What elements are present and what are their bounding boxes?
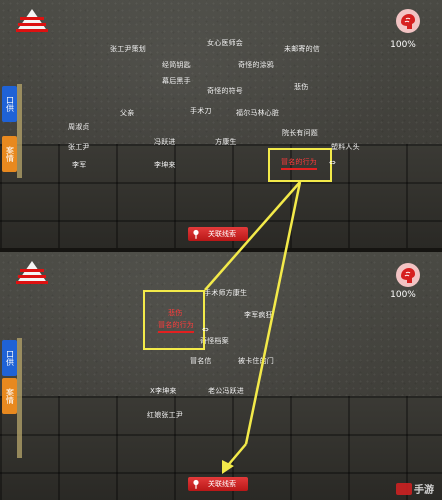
- clue-item[interactable]: 老公冯跃进: [208, 386, 244, 396]
- clue-item[interactable]: 红娘张工尹: [147, 410, 183, 420]
- pin-icon: [193, 229, 199, 239]
- bottom-screen-panel: 口供 案情 100% 手术师方康生 李军疯狂 奇怪档案 冒名信 被卡住的门 X李…: [0, 252, 442, 500]
- link-swap-icon[interactable]: ⇔: [202, 326, 212, 334]
- link-clue-button[interactable]: 关联线索: [188, 227, 248, 241]
- watermark: 手游: [396, 481, 434, 496]
- tab-testimony[interactable]: 口供: [2, 86, 17, 122]
- linked-clue-red-line-1[interactable]: 悲伤: [168, 308, 182, 318]
- tab-testimony[interactable]: 口供: [2, 340, 17, 376]
- clue-item[interactable]: 院长有问题: [282, 128, 318, 138]
- clue-item[interactable]: 塑料人头: [331, 142, 360, 152]
- clue-item[interactable]: 幕后黑手: [162, 76, 191, 86]
- clue-item[interactable]: 李军: [72, 160, 86, 170]
- sanity-percent: 100%: [390, 290, 416, 300]
- clue-item[interactable]: 冒名信: [190, 356, 212, 366]
- linked-clue-red-line-2[interactable]: 冒名的行为: [158, 320, 194, 333]
- clue-item[interactable]: 未邮寄的信: [284, 44, 320, 54]
- clue-item[interactable]: 被卡住的门: [238, 356, 274, 366]
- selected-clue-red[interactable]: 冒名的行为: [281, 157, 317, 170]
- clue-item[interactable]: 女心医师会: [207, 38, 243, 48]
- clue-item[interactable]: 经简钥匙: [162, 60, 191, 70]
- brain-sanity-icon: [396, 9, 420, 33]
- clue-item[interactable]: 冯跃进: [154, 137, 176, 147]
- brain-sanity-icon: [396, 263, 420, 287]
- clue-item[interactable]: 李坤来: [154, 160, 176, 170]
- link-clue-label: 关联线索: [208, 230, 236, 238]
- clue-item[interactable]: 李军疯狂: [244, 310, 273, 320]
- clue-item[interactable]: 奇怪的涂鸦: [238, 60, 274, 70]
- menu-pyramid-icon[interactable]: [14, 8, 50, 34]
- top-screen-panel: 口供 案情 100% 张工尹策划 女心医师会 未邮寄的信 经简钥匙 奇怪的涂鸦 …: [0, 0, 442, 248]
- clue-item[interactable]: X李坤来: [150, 386, 177, 396]
- tab-case[interactable]: 案情: [2, 378, 17, 414]
- clue-item[interactable]: 手术师方康生: [204, 288, 247, 298]
- clue-item[interactable]: 悲伤: [294, 82, 308, 92]
- clue-item[interactable]: 奇怪的符号: [207, 86, 243, 96]
- clue-item[interactable]: 手术刀: [190, 106, 212, 116]
- clue-item[interactable]: 张工尹策划: [110, 44, 146, 54]
- clue-item[interactable]: 父亲: [120, 108, 134, 118]
- sanity-percent: 100%: [390, 40, 416, 50]
- watermark-logo-icon: [396, 482, 412, 495]
- tab-case[interactable]: 案情: [2, 136, 17, 172]
- clue-item[interactable]: 周淑贞: [68, 122, 90, 132]
- link-swap-icon[interactable]: ⇔: [329, 159, 339, 167]
- pin-icon: [193, 479, 199, 489]
- clue-item[interactable]: 张工尹: [68, 142, 90, 152]
- clue-item[interactable]: 福尔马林心脏: [236, 108, 279, 118]
- menu-pyramid-icon[interactable]: [14, 260, 50, 286]
- link-clue-label: 关联线索: [208, 480, 236, 488]
- link-clue-button[interactable]: 关联线索: [188, 477, 248, 491]
- clue-item[interactable]: 方康生: [215, 137, 237, 147]
